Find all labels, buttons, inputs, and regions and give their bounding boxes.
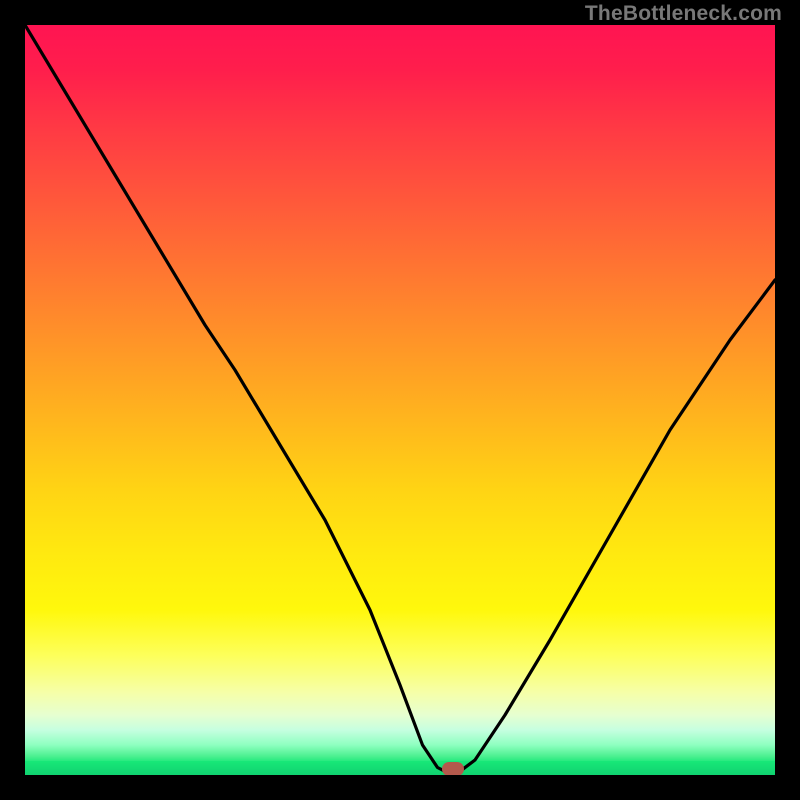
chart-stage: TheBottleneck.com: [0, 0, 800, 800]
bottleneck-curve: [25, 25, 775, 775]
optimal-point-marker: [442, 762, 464, 775]
plot-area: [25, 25, 775, 775]
attribution-text: TheBottleneck.com: [585, 2, 782, 26]
